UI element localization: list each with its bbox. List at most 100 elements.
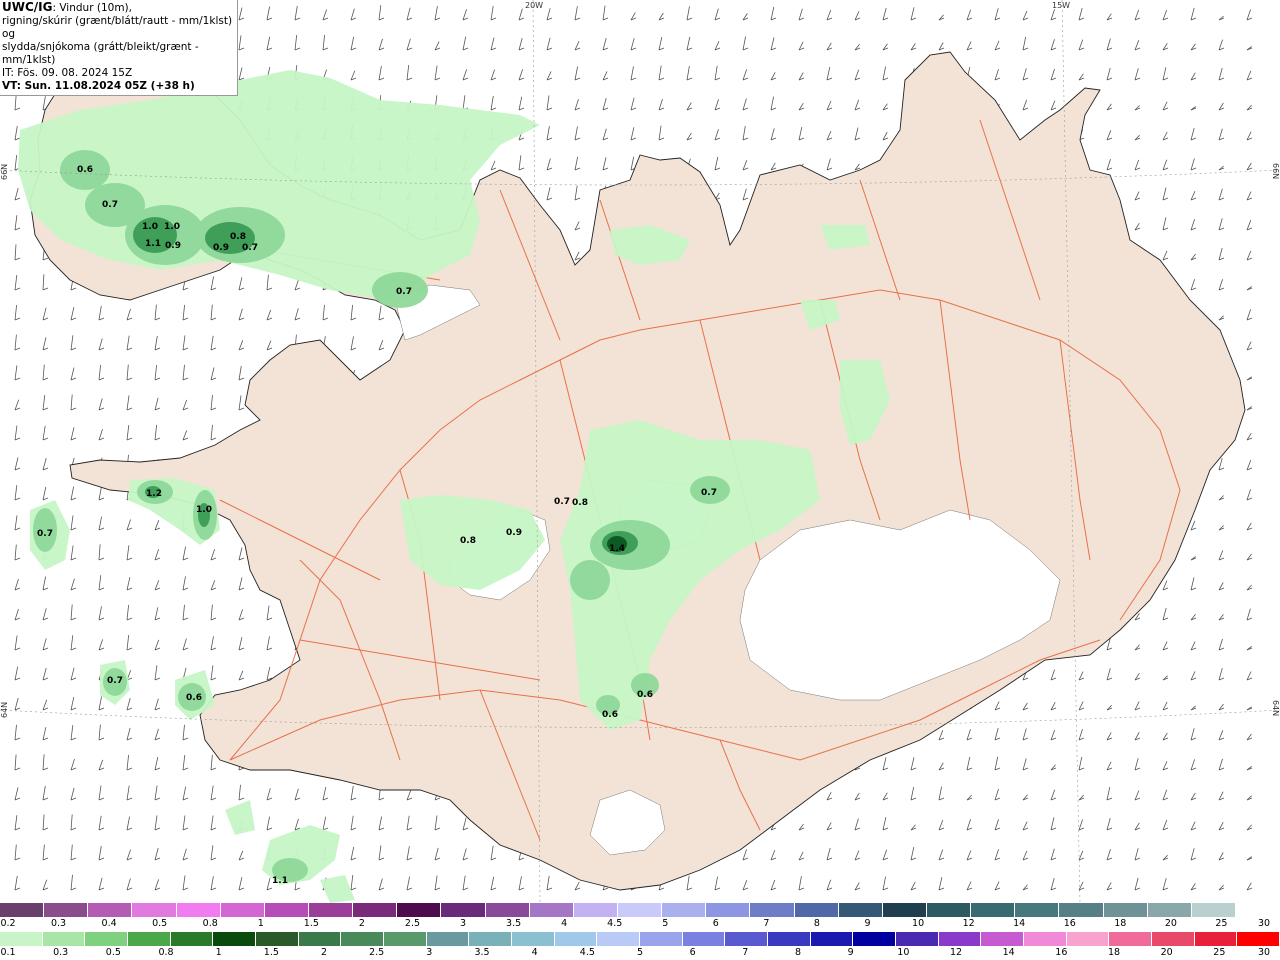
legend-swatch xyxy=(426,932,470,946)
legend-swatch xyxy=(1152,932,1195,946)
precip-value-v6: 0.9 xyxy=(165,241,181,251)
legend-rain-colorbar xyxy=(0,932,1280,946)
precip-value-v21: 0.6 xyxy=(186,693,202,703)
legend-label: 1 xyxy=(257,918,264,929)
precip-value-v8: 0.9 xyxy=(213,243,229,253)
legend-swatch xyxy=(768,932,811,946)
legend-swatch xyxy=(469,932,513,946)
legend-label: 0.2 xyxy=(0,918,16,929)
legend-swatch xyxy=(1237,932,1280,946)
legend-label: 18 xyxy=(1114,918,1127,929)
precip-value-v20: 0.7 xyxy=(107,676,123,686)
lon-label-20w: 20W xyxy=(525,1,544,10)
legend-label: 6 xyxy=(689,947,696,958)
legend-swatch xyxy=(794,903,839,917)
legend-label: 0.4 xyxy=(101,918,117,929)
legend-swatch xyxy=(1015,903,1060,917)
legend-swatch xyxy=(938,932,982,946)
weather-map: 0.60.71.0 1.01.1 0.90.80.9 0.70.71.21.00.70… xyxy=(0,0,1280,903)
legend-label: 25 xyxy=(1215,918,1228,929)
legend-label: 0.1 xyxy=(0,947,16,958)
legend-swatch xyxy=(1191,903,1236,917)
legend-label: 10 xyxy=(912,918,925,929)
model-name: UWC/IG xyxy=(2,0,53,14)
precip-value-v18: 0.8 xyxy=(572,498,588,508)
legend-swatch xyxy=(128,932,171,946)
legend-swatch xyxy=(0,903,45,917)
legend-swatch xyxy=(88,903,133,917)
lat-label-64n-left: 64N xyxy=(0,701,9,718)
precip-value-v10: 0.7 xyxy=(396,287,412,297)
header-line3: slydda/snjókoma (grátt/bleikt/grænt - mm… xyxy=(2,41,199,66)
legend-swatch xyxy=(0,932,43,946)
lat-label-66n-right: 66N xyxy=(1271,163,1280,180)
legend-swatch xyxy=(485,903,530,917)
legend-swatch xyxy=(1147,903,1192,917)
legend-label: 8 xyxy=(794,947,802,958)
legend-swatch xyxy=(882,903,927,917)
legend-swatch xyxy=(529,903,574,917)
legend-label: 4.5 xyxy=(607,918,623,929)
header-line1: : Vindur (10m), xyxy=(52,2,132,14)
legend-swatch xyxy=(353,903,398,917)
legend-label: 9 xyxy=(847,947,854,958)
legend-label: 30 xyxy=(1257,947,1271,958)
legend-swatch xyxy=(853,932,897,946)
legend-swatch xyxy=(981,932,1025,946)
map-header: UWC/IG: Vindur (10m), rigning/skúrir (gr… xyxy=(0,0,238,96)
precip-value-v13: 0.7 xyxy=(37,529,53,539)
legend-label: 9 xyxy=(864,918,871,929)
legend-swatch xyxy=(1103,903,1148,917)
legend-label: 0.5 xyxy=(152,918,168,929)
legend-swatch xyxy=(85,932,129,946)
legend-swatch xyxy=(1066,932,1110,946)
legend-swatch xyxy=(896,932,939,946)
legend-snow-labels: 0.2 0.3 0.4 0.5 0.8 1 1.5 2 2.5 3 3.5 4 4.5 5 6 7 8 9 10 12… xyxy=(0,918,1280,930)
legend-swatch xyxy=(397,903,442,917)
legend-swatch xyxy=(725,932,769,946)
precip-value-v4: 1.0 xyxy=(164,222,180,232)
legend-label: 0.3 xyxy=(53,947,69,958)
legend-swatch xyxy=(441,903,486,917)
precip-value-v7: 0.8 xyxy=(230,232,246,242)
valid-time: VT: Sun. 11.08.2024 05Z (+38 h) xyxy=(2,80,195,92)
legend-label: 8 xyxy=(813,918,820,929)
legend-label: 3.5 xyxy=(506,918,522,929)
legend-label: 4 xyxy=(561,918,568,929)
legend-label: 18 xyxy=(1107,947,1121,958)
legend-label: 5 xyxy=(636,947,644,958)
legend-label: 0.5 xyxy=(105,947,121,958)
legend-label: 5 xyxy=(662,918,669,929)
legend-label: 16 xyxy=(1055,947,1068,958)
precip-value-v2: 0.7 xyxy=(102,200,118,210)
legend-label: 10 xyxy=(897,947,910,958)
legend-swatch xyxy=(384,932,427,946)
legend-label: 2 xyxy=(358,918,365,929)
legend-label: 2 xyxy=(320,947,328,958)
legend-swatch xyxy=(170,932,214,946)
legend-label: 3 xyxy=(426,947,433,958)
legend-swatch xyxy=(750,903,795,917)
precip-value-v16: 0.7 xyxy=(554,497,570,507)
legend-swatch xyxy=(1059,903,1104,917)
legend-label: 6 xyxy=(712,918,719,929)
legend-swatch xyxy=(573,903,618,917)
legend-label: 2.5 xyxy=(369,947,385,958)
legend-label: 20 xyxy=(1164,918,1177,929)
legend-label: 0.8 xyxy=(202,918,218,929)
precip-value-v12: 1.0 xyxy=(196,505,212,515)
precip-mid-10 xyxy=(570,560,610,600)
precip-value-v22: 0.6 xyxy=(602,710,618,720)
precip-value-v5: 1.1 xyxy=(145,239,161,249)
legend-swatch xyxy=(256,932,299,946)
precip-value-v1: 0.6 xyxy=(77,165,93,175)
legend-label: 7 xyxy=(742,947,749,958)
legend-label: 20 xyxy=(1160,947,1173,958)
legend-swatch xyxy=(597,932,641,946)
legend-swatch xyxy=(176,903,221,917)
legend-label: 4.5 xyxy=(579,947,595,958)
precip-value-v17: 0.9 xyxy=(506,528,522,538)
lon-label-15w: 15W xyxy=(1052,1,1071,10)
legend-swatch xyxy=(132,903,177,917)
legend-label: 3.5 xyxy=(474,947,490,958)
